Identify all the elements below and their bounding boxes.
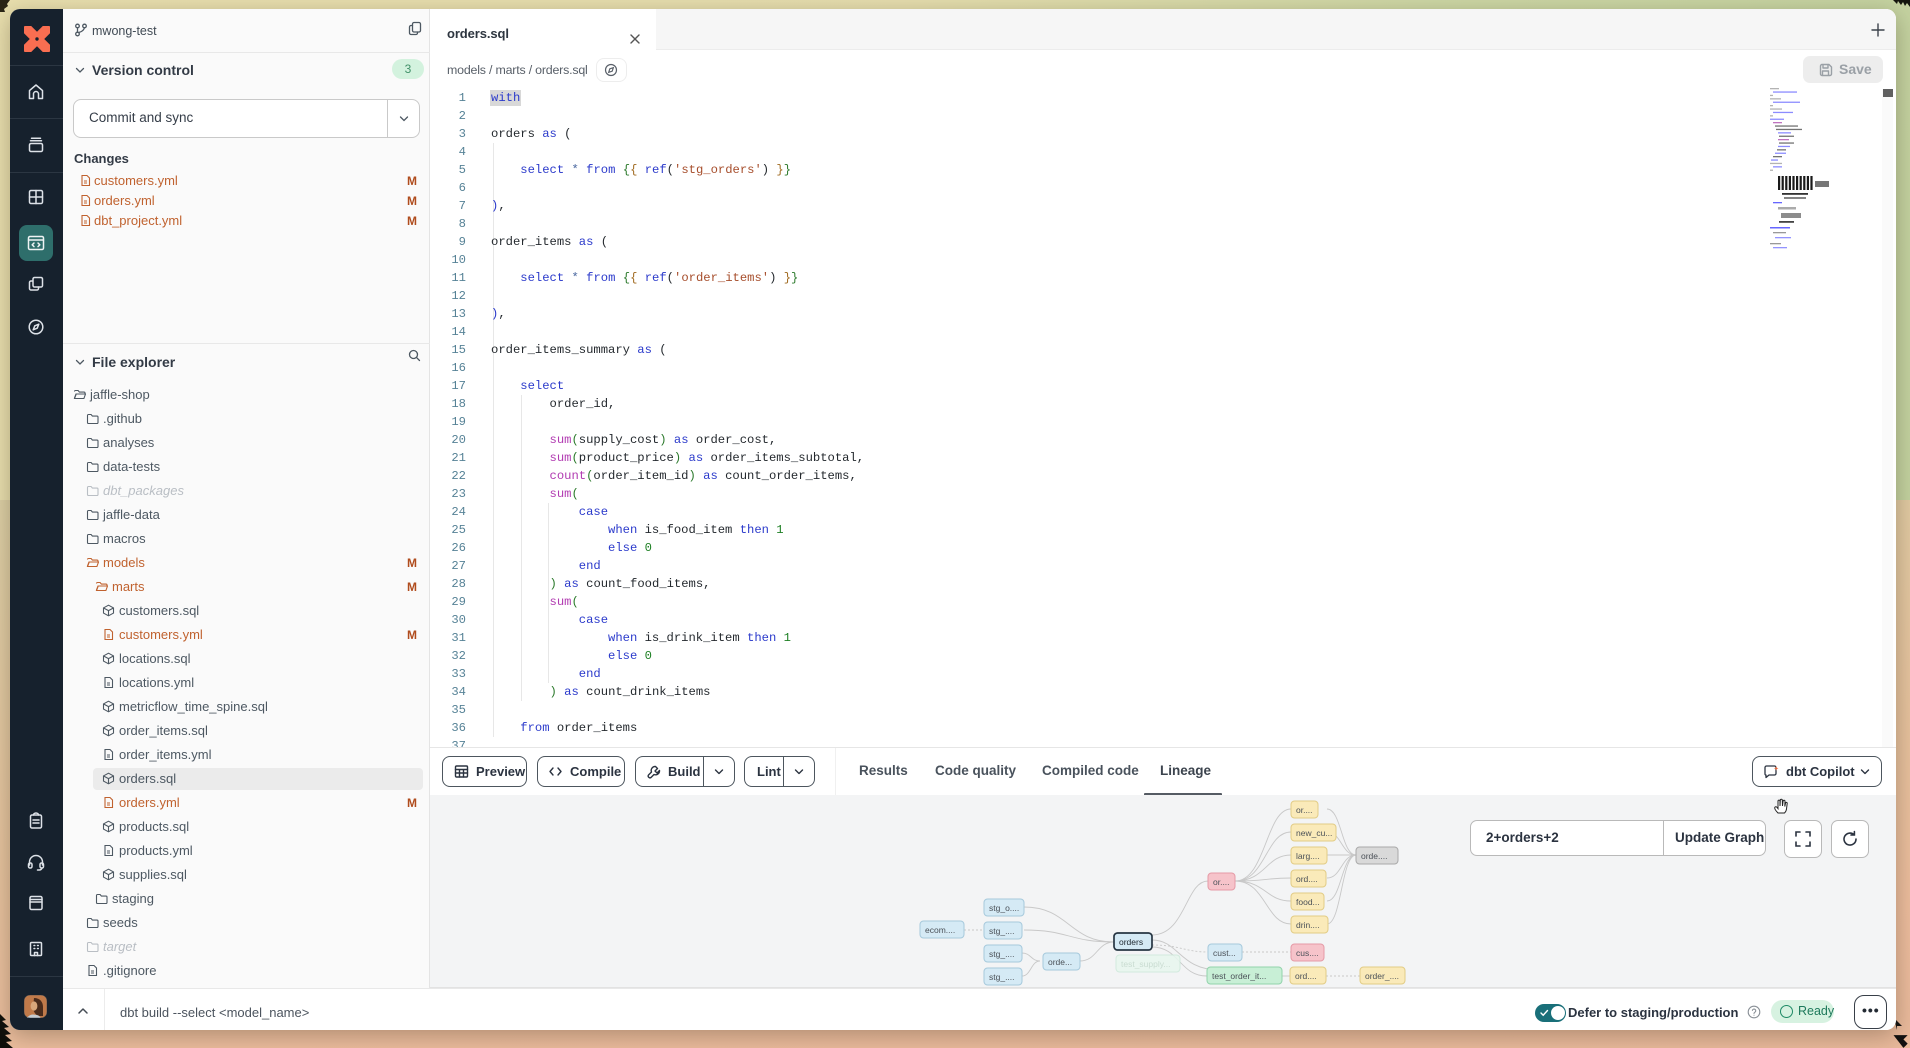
svg-text:stg_....: stg_.... bbox=[989, 949, 1015, 959]
svg-text:cus....: cus.... bbox=[1296, 948, 1319, 958]
svg-text:new_cu...: new_cu... bbox=[1296, 828, 1332, 838]
svg-text:test_order_it...: test_order_it... bbox=[1212, 971, 1266, 981]
svg-text:larg....: larg.... bbox=[1296, 851, 1320, 861]
svg-text:stg_o....: stg_o.... bbox=[989, 903, 1019, 913]
svg-text:order_....: order_.... bbox=[1365, 971, 1399, 981]
svg-text:test_supply...: test_supply... bbox=[1121, 959, 1170, 969]
svg-text:ord....: ord.... bbox=[1295, 971, 1317, 981]
svg-text:cust...: cust... bbox=[1213, 948, 1236, 958]
svg-text:stg_....: stg_.... bbox=[989, 972, 1015, 982]
svg-text:or....: or.... bbox=[1296, 805, 1313, 815]
svg-text:orders: orders bbox=[1119, 937, 1143, 947]
svg-text:ord....: ord.... bbox=[1296, 874, 1318, 884]
svg-text:food...: food... bbox=[1296, 897, 1320, 907]
svg-text:drin....: drin.... bbox=[1296, 920, 1320, 930]
svg-text:or....: or.... bbox=[1213, 877, 1230, 887]
svg-text:stg_....: stg_.... bbox=[989, 926, 1015, 936]
svg-text:orde....: orde.... bbox=[1361, 851, 1387, 861]
svg-text:ecom....: ecom.... bbox=[925, 925, 955, 935]
svg-text:orde...: orde... bbox=[1048, 957, 1072, 967]
